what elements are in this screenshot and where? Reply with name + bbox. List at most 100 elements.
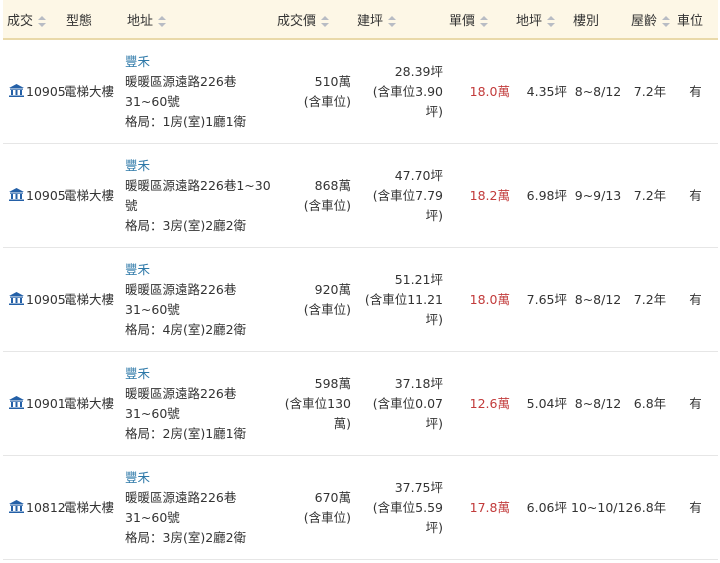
unit-price: 17.8萬	[445, 455, 512, 560]
building-age: 7.2年	[627, 39, 673, 144]
government-building-icon	[9, 291, 24, 305]
building-area-cell: 37.75坪 (含車位5.59 坪)	[353, 455, 445, 560]
building-type: 電梯大樓	[62, 351, 123, 456]
table-row[interactable]: 10812 電梯大樓 豐禾 暖暖區源遠路226巷 31~60號 格局：3房(室)…	[3, 455, 718, 560]
transaction-table: 成交 型態 地址 成交價 建坪 單價 地坪 樓別 屋齡 車位 10905 電梯大…	[3, 0, 718, 560]
price-note: (含車位)	[303, 93, 351, 109]
area-note: (含車位11.21	[364, 291, 443, 307]
table-row[interactable]: 10901 電梯大樓 豐禾 暖暖區源遠路226巷 31~60號 格局：2房(室)…	[3, 351, 718, 456]
col-header-building-area[interactable]: 建坪	[353, 0, 445, 40]
floor: 10~10/12	[569, 455, 633, 560]
building-area-cell: 37.18坪 (含車位0.07 坪)	[353, 351, 445, 456]
building-type: 電梯大樓	[62, 247, 123, 352]
unit-price: 18.0萬	[445, 39, 512, 144]
price-cell: 920萬 (含車位)	[273, 247, 353, 352]
land-area: 4.35坪	[512, 39, 569, 144]
government-building-icon	[9, 499, 24, 513]
sort-icon[interactable]	[547, 15, 556, 27]
col-header-unit-price[interactable]: 單價	[445, 0, 512, 40]
layout-text: 格局：2房(室)1廳1衛	[125, 425, 247, 441]
address-cell: 豐禾 暖暖區源遠路226巷 31~60號 格局：1房(室)1廳1衛	[123, 39, 273, 144]
price-note: 萬)	[333, 415, 351, 431]
community-link[interactable]: 豐禾	[125, 52, 271, 72]
price-note: (含車位130	[284, 395, 351, 411]
building-age: 6.8年	[627, 351, 673, 456]
table-header-row: 成交 型態 地址 成交價 建坪 單價 地坪 樓別 屋齡 車位	[3, 0, 718, 40]
price-cell: 868萬 (含車位)	[273, 143, 353, 248]
col-header-date[interactable]: 成交	[3, 0, 62, 40]
price-cell: 670萬 (含車位)	[273, 455, 353, 560]
government-building-icon	[9, 187, 24, 201]
col-header-address[interactable]: 地址	[123, 0, 273, 40]
total-price: 868萬	[314, 177, 351, 193]
land-area: 6.98坪	[512, 143, 569, 248]
parking: 有	[673, 143, 718, 248]
land-area: 6.06坪	[512, 455, 569, 560]
land-area: 7.65坪	[512, 247, 569, 352]
col-header-price[interactable]: 成交價	[273, 0, 353, 40]
area-note: (含車位5.59	[372, 499, 443, 515]
layout-text: 格局：3房(室)2廳2衛	[125, 217, 247, 233]
total-price: 670萬	[314, 489, 351, 505]
price-note: (含車位)	[303, 301, 351, 317]
sort-icon[interactable]	[388, 15, 397, 27]
floor: 8~8/12	[569, 247, 627, 352]
transaction-date: 10812	[3, 455, 66, 560]
sort-icon[interactable]	[158, 15, 167, 27]
government-building-icon	[9, 83, 24, 97]
total-price: 510萬	[314, 73, 351, 89]
area-note: (含車位0.07	[372, 395, 443, 411]
col-header-land-area[interactable]: 地坪	[512, 0, 569, 40]
government-building-icon	[9, 395, 24, 409]
col-header-parking: 車位	[673, 0, 718, 40]
address-line: 31~60號	[125, 301, 180, 317]
address-line: 暖暖區源遠路226巷	[125, 73, 237, 89]
address-cell: 豐禾 暖暖區源遠路226巷1~30 號 格局：3房(室)2廳2衛	[123, 143, 273, 248]
building-area: 37.18坪	[394, 375, 443, 391]
transaction-date: 10901	[3, 351, 66, 456]
building-area: 37.75坪	[394, 479, 443, 495]
table-row[interactable]: 10905 電梯大樓 豐禾 暖暖區源遠路226巷 31~60號 格局：4房(室)…	[3, 247, 718, 352]
area-note: (含車位7.79	[372, 187, 443, 203]
sort-icon[interactable]	[321, 15, 330, 27]
parking: 有	[673, 455, 718, 560]
building-type: 電梯大樓	[62, 39, 123, 144]
building-area-cell: 28.39坪 (含車位3.90 坪)	[353, 39, 445, 144]
total-price: 920萬	[314, 281, 351, 297]
community-link[interactable]: 豐禾	[125, 260, 271, 280]
parking: 有	[673, 247, 718, 352]
table-row[interactable]: 10905 電梯大樓 豐禾 暖暖區源遠路226巷1~30 號 格局：3房(室)2…	[3, 143, 718, 248]
table-row[interactable]: 10905 電梯大樓 豐禾 暖暖區源遠路226巷 31~60號 格局：1房(室)…	[3, 39, 718, 144]
building-area: 47.70坪	[394, 167, 443, 183]
community-link[interactable]: 豐禾	[125, 156, 271, 176]
unit-price: 12.6萬	[445, 351, 512, 456]
col-header-age[interactable]: 屋齡	[627, 0, 673, 40]
parking: 有	[673, 39, 718, 144]
sort-icon[interactable]	[662, 15, 671, 27]
address-line: 31~60號	[125, 93, 180, 109]
address-line: 號	[125, 197, 138, 213]
sort-icon[interactable]	[38, 15, 47, 27]
layout-text: 格局：4房(室)2廳2衛	[125, 321, 247, 337]
community-link[interactable]: 豐禾	[125, 468, 271, 488]
transaction-date: 10905	[3, 247, 66, 352]
price-note: (含車位)	[303, 197, 351, 213]
sort-icon[interactable]	[480, 15, 489, 27]
total-price: 598萬	[314, 375, 351, 391]
price-cell: 510萬 (含車位)	[273, 39, 353, 144]
building-age: 7.2年	[627, 247, 673, 352]
area-note: 坪)	[425, 415, 443, 431]
unit-price: 18.0萬	[445, 247, 512, 352]
address-cell: 豐禾 暖暖區源遠路226巷 31~60號 格局：2房(室)1廳1衛	[123, 351, 273, 456]
address-line: 暖暖區源遠路226巷	[125, 385, 237, 401]
floor: 9~9/13	[569, 143, 627, 248]
building-age: 7.2年	[627, 143, 673, 248]
price-note: (含車位)	[303, 509, 351, 525]
building-area: 51.21坪	[394, 271, 443, 287]
layout-text: 格局：3房(室)2廳2衛	[125, 529, 247, 545]
area-note: 坪)	[425, 103, 443, 119]
area-note: 坪)	[425, 207, 443, 223]
community-link[interactable]: 豐禾	[125, 364, 271, 384]
building-area-cell: 47.70坪 (含車位7.79 坪)	[353, 143, 445, 248]
col-header-floor: 樓別	[569, 0, 627, 40]
